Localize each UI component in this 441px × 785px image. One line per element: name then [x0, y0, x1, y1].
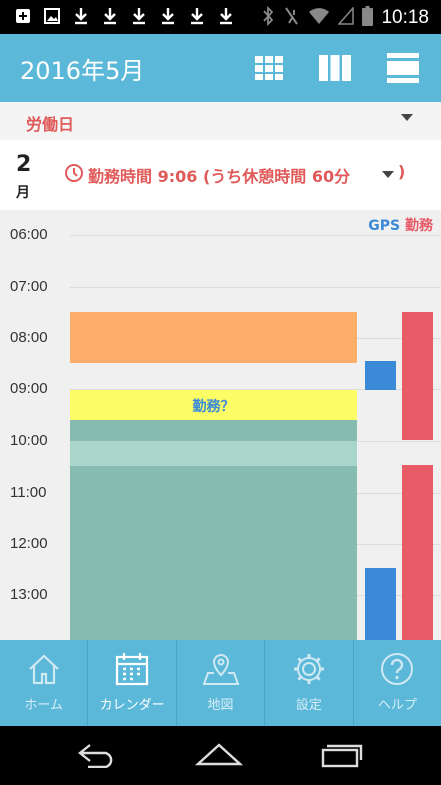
hour-gridline [70, 235, 441, 236]
home-nav-button[interactable] [194, 740, 244, 770]
download-icon [217, 7, 235, 25]
tab-label: カレンダー [99, 698, 165, 713]
schedule-block-orange[interactable] [70, 312, 357, 363]
tab-label: ホーム [24, 698, 64, 713]
add-box-icon [14, 7, 32, 25]
system-nav-bar [0, 726, 441, 785]
tab-label: 設定 [295, 698, 322, 713]
day-type-label: 労働日 [26, 115, 75, 134]
hour-label: 12:00 [10, 535, 48, 552]
status-clock: 10:18 [381, 7, 429, 28]
day-list-view-button[interactable] [386, 52, 420, 84]
work-time-summary: 勤務時間 9:06 (うち休憩時間 60分 [88, 167, 351, 186]
hour-label: 06:00 [10, 226, 48, 243]
battery-icon [362, 6, 374, 30]
day-summary: 2 月 勤務時間 9:06 (うち休憩時間 60分 ) [0, 140, 441, 210]
hour-label: 13:00 [10, 586, 48, 603]
tab-map[interactable]: 地図 [177, 640, 266, 726]
month-grid-view-button[interactable] [252, 52, 286, 84]
recents-icon [321, 744, 363, 768]
tab-label: 地図 [207, 698, 234, 713]
grid-icon [255, 56, 283, 80]
legend-work: 勤務 [405, 218, 433, 234]
hour-label: 09:00 [10, 380, 48, 397]
download-icon [130, 7, 148, 25]
download-icon [72, 7, 90, 25]
hour-label: 07:00 [10, 278, 48, 295]
wifi-icon [308, 7, 330, 29]
page-title: 2016年5月 [20, 57, 145, 85]
summary-close-paren: ) [398, 162, 406, 181]
signal-icon [337, 6, 355, 29]
day-timeline[interactable]: GPS 勤務 06:00 07:00 08:00 09:00 10:00 11:… [0, 210, 441, 640]
download-icon [188, 7, 206, 25]
home-icon [26, 648, 62, 690]
week-columns-view-button[interactable] [318, 52, 352, 84]
tab-home[interactable]: ホーム [0, 640, 89, 726]
gps-bar[interactable] [365, 361, 396, 390]
gear-icon [291, 648, 327, 690]
tab-calendar[interactable]: カレンダー [88, 640, 177, 726]
work-bar[interactable] [402, 312, 433, 440]
bluetooth-icon [262, 5, 274, 30]
hour-label: 11:00 [10, 484, 47, 501]
system-icons: 10:18 [262, 5, 429, 30]
legend-gps: GPS [368, 218, 401, 234]
work-record-highlight [70, 441, 357, 466]
suggested-work-label: 勤務？ [192, 399, 235, 415]
app-header: 2016年5月 [0, 34, 441, 102]
dropdown-arrow-icon [401, 114, 413, 121]
hour-label: 08:00 [10, 329, 48, 346]
day-unit: 月 [16, 185, 30, 201]
work-bar[interactable] [402, 465, 433, 640]
image-icon [43, 7, 61, 25]
status-bar: 10:18 [0, 0, 441, 34]
back-icon [78, 744, 113, 768]
day-type-dropdown[interactable]: 労働日 [0, 102, 441, 140]
rows-icon [387, 53, 419, 83]
suggested-work-block[interactable]: 勤務？ [70, 390, 357, 420]
columns-icon [319, 55, 351, 81]
recents-button[interactable] [316, 740, 366, 770]
summary-dropdown-arrow-icon[interactable] [382, 171, 394, 178]
hour-gridline [70, 287, 441, 288]
map-pin-icon [201, 648, 241, 690]
calendar-icon [114, 648, 150, 690]
clock-icon [65, 164, 83, 182]
help-icon [379, 648, 415, 690]
back-button[interactable] [74, 740, 124, 770]
download-icon [159, 7, 177, 25]
gps-bar[interactable] [365, 568, 396, 640]
tab-help[interactable]: ヘルプ [354, 640, 441, 726]
hour-label: 10:00 [10, 432, 48, 449]
day-number: 2 [16, 152, 32, 177]
timeline-legend: GPS 勤務 [368, 215, 433, 235]
tab-label: ヘルプ [377, 698, 417, 713]
tab-settings[interactable]: 設定 [265, 640, 354, 726]
download-icon [101, 7, 119, 25]
mute-icon [282, 6, 300, 30]
bottom-tab-bar: ホーム カレンダー 地図 設定 ヘルプ [0, 640, 441, 726]
home-nav-icon [194, 743, 244, 766]
notification-icons [14, 7, 235, 25]
